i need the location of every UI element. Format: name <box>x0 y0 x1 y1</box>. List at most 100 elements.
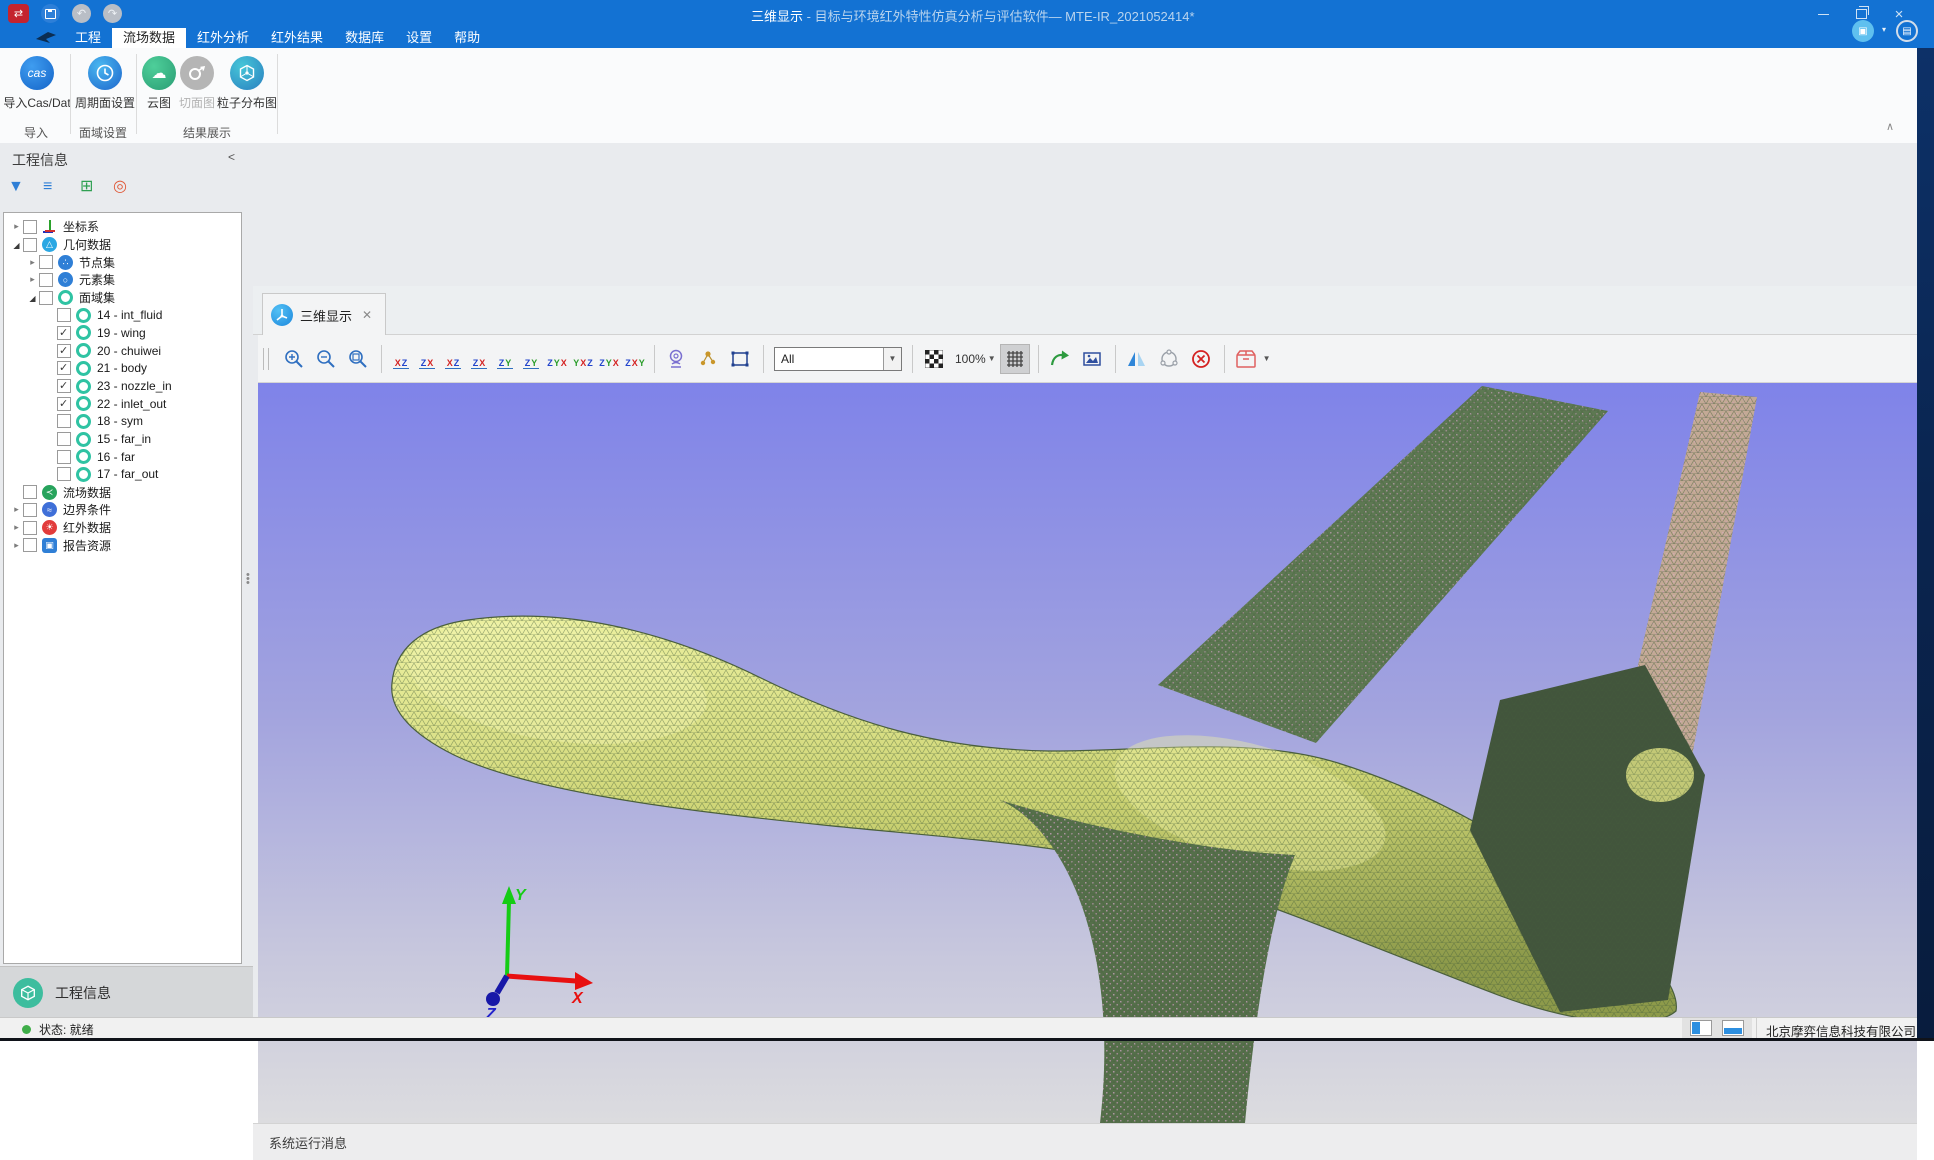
ribbon-collapse-chevron-icon[interactable]: ∧ <box>1886 120 1894 133</box>
tree-expander-icon[interactable] <box>10 221 23 232</box>
view-orientation-icon-8[interactable]: YXZ <box>570 346 596 372</box>
tree-expander-icon[interactable] <box>10 240 23 250</box>
tree-checkbox[interactable] <box>23 538 37 552</box>
tree-item[interactable]: 14 - int_fluid <box>4 306 241 324</box>
menu-tab-infrared-analysis[interactable]: 红外分析 <box>186 28 260 48</box>
toolbar-grip-handle[interactable] <box>263 348 269 370</box>
manual-button[interactable]: ▤ <box>1896 20 1918 42</box>
tree-checkbox[interactable] <box>39 273 53 287</box>
view-orientation-icon-7[interactable]: ZYX <box>544 346 570 372</box>
tree-checkbox[interactable] <box>57 397 71 411</box>
tree-item[interactable]: 19 - wing <box>4 324 241 342</box>
tree-expander-icon[interactable] <box>10 504 23 515</box>
tree-checkbox[interactable] <box>23 485 37 499</box>
tree-item[interactable]: 22 - inlet_out <box>4 395 241 413</box>
opacity-dropdown-caret-icon[interactable]: ▼ <box>988 354 996 363</box>
tree-checkbox[interactable] <box>57 414 71 428</box>
clear-delete-button[interactable] <box>1186 344 1216 374</box>
screenshot-image-button[interactable] <box>1077 344 1107 374</box>
chevron-down-icon[interactable]: ▼ <box>883 348 901 370</box>
tree-expander-icon[interactable] <box>10 522 23 533</box>
grid-view-icon[interactable]: ⊞ <box>80 177 93 197</box>
layout-left-panel-toggle[interactable] <box>1690 1020 1712 1036</box>
run-dropdown-caret-icon[interactable]: ▾ <box>1882 25 1886 34</box>
tree-item[interactable]: 15 - far_in <box>4 430 241 448</box>
transparency-checker-icon[interactable] <box>919 344 949 374</box>
tree-expander-icon[interactable] <box>26 293 39 303</box>
view-orientation-icon-2[interactable]: ZX <box>414 346 440 372</box>
tree-checkbox[interactable] <box>57 344 71 358</box>
tree-expander-icon[interactable] <box>26 257 39 268</box>
periodic-face-settings-button[interactable]: 周期面设置 <box>70 56 140 111</box>
save-button[interactable] <box>41 4 60 23</box>
menu-tab-help[interactable]: 帮助 <box>443 28 491 48</box>
tree-checkbox[interactable] <box>23 503 37 517</box>
tree-checkbox[interactable] <box>57 467 71 481</box>
menu-tab-flowfield-data[interactable]: 流场数据 <box>112 28 186 48</box>
tree-checkbox[interactable] <box>23 521 37 535</box>
mirror-symmetry-button[interactable] <box>1122 344 1152 374</box>
tree-item[interactable]: 21 - body <box>4 360 241 378</box>
particles-display-button[interactable] <box>693 344 723 374</box>
tree-item[interactable]: 面域集 <box>4 289 241 307</box>
tree-checkbox[interactable] <box>57 361 71 375</box>
layout-bottom-panel-toggle[interactable] <box>1722 1020 1744 1036</box>
particle-distribution-button[interactable]: 粒子分布图 <box>212 56 282 111</box>
tree-item[interactable]: 边界条件 <box>4 501 241 519</box>
tree-checkbox[interactable] <box>57 432 71 446</box>
list-view-icon[interactable]: ≡ <box>43 177 52 197</box>
tree-item[interactable]: 元素集 <box>4 271 241 289</box>
tree-expander-icon[interactable] <box>26 274 39 285</box>
view-orientation-icon-1[interactable]: XZ <box>388 346 414 372</box>
3d-viewport-canvas[interactable]: Y X Z <box>258 383 1917 1123</box>
view-orientation-icon-6[interactable]: ZY <box>518 346 544 372</box>
export-share-button[interactable] <box>1045 344 1075 374</box>
archive-box-button[interactable] <box>1231 344 1261 374</box>
tree-item[interactable]: 16 - far <box>4 448 241 466</box>
view-orientation-icon-4[interactable]: ZX <box>466 346 492 372</box>
tree-checkbox[interactable] <box>57 308 71 322</box>
view-orientation-icon-3[interactable]: XZ <box>440 346 466 372</box>
view-orientation-icon-10[interactable]: ZXY <box>622 346 648 372</box>
import-cas-dat-button[interactable]: cas 导入Cas/Dat <box>2 56 72 111</box>
panel-splitter-handle[interactable]: ••• <box>246 573 250 585</box>
mesh-grid-toggle-button[interactable] <box>1000 344 1030 374</box>
menu-tab-settings[interactable]: 设置 <box>395 28 443 48</box>
tree-checkbox[interactable] <box>23 220 37 234</box>
tree-item[interactable]: 报告资源 <box>4 536 241 554</box>
opacity-percent-value[interactable]: 100% <box>955 352 986 366</box>
tree-item[interactable]: 20 - chuiwei <box>4 342 241 360</box>
panel-collapse-icon[interactable]: < <box>228 150 235 164</box>
zoom-in-button[interactable] <box>279 344 309 374</box>
menu-tab-database[interactable]: 数据库 <box>334 28 395 48</box>
run-button[interactable]: ▣ <box>1852 20 1874 42</box>
perspective-camera-button[interactable] <box>661 344 691 374</box>
document-tab-3d-view[interactable]: 三维显示 ✕ <box>262 293 386 336</box>
dock-tab-project-info[interactable]: 工程信息 <box>0 966 253 1018</box>
tree-item[interactable]: 23 - nozzle_in <box>4 377 241 395</box>
tree-checkbox[interactable] <box>57 450 71 464</box>
tree-expander-icon[interactable] <box>10 540 23 551</box>
tree-item[interactable]: 坐标系 <box>4 218 241 236</box>
menu-tab-infrared-results[interactable]: 红外结果 <box>260 28 334 48</box>
tree-checkbox[interactable] <box>57 326 71 340</box>
zoom-out-button[interactable] <box>311 344 341 374</box>
zoom-fit-button[interactable] <box>343 344 373 374</box>
display-filter-dropdown[interactable]: All ▼ <box>774 347 902 371</box>
tree-item[interactable]: 18 - sym <box>4 413 241 431</box>
tree-checkbox[interactable] <box>23 238 37 252</box>
share-nodes-button[interactable] <box>1154 344 1184 374</box>
tree-item[interactable]: 17 - far_out <box>4 466 241 484</box>
tree-item[interactable]: 红外数据 <box>4 519 241 537</box>
redo-button[interactable]: ↷ <box>103 4 122 23</box>
view-orientation-icon-9[interactable]: ZYX <box>596 346 622 372</box>
tab-close-icon[interactable]: ✕ <box>362 308 372 322</box>
app-logo-icon[interactable]: ⇄ <box>8 4 29 23</box>
project-tree[interactable]: 坐标系 几何数据 节点集 元素集 面域集 14 - int_fluid 19 -… <box>3 212 242 964</box>
archive-dropdown-caret-icon[interactable]: ▼ <box>1263 354 1271 363</box>
filter-icon[interactable]: ▼ <box>8 177 24 197</box>
undo-button[interactable]: ↶ <box>72 4 91 23</box>
tree-item[interactable]: 流场数据 <box>4 483 241 501</box>
tree-checkbox[interactable] <box>39 255 53 269</box>
tree-item[interactable]: 节点集 <box>4 253 241 271</box>
